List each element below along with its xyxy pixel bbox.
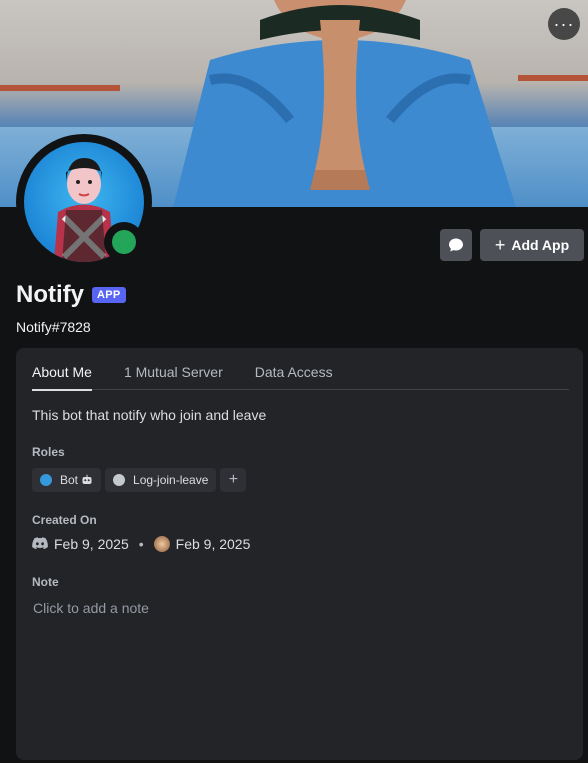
profile-card: About Me 1 Mutual Server Data Access Thi… xyxy=(16,348,583,760)
discord-created-date: Feb 9, 2025 xyxy=(54,536,129,552)
status-indicator xyxy=(104,222,144,262)
discord-icon xyxy=(32,537,48,550)
role-color-dot xyxy=(40,474,52,486)
online-status-dot xyxy=(112,230,136,254)
separator-dot: • xyxy=(138,536,144,552)
display-name: Notify xyxy=(16,281,84,308)
add-role-button[interactable]: + xyxy=(220,468,247,492)
note-input[interactable]: Click to add a note xyxy=(33,600,149,616)
roles-list: Bot Log-join-leave + xyxy=(32,468,247,492)
name-row: Notify APP xyxy=(16,281,126,309)
bot-icon xyxy=(82,474,92,484)
created-on-row: Feb 9, 2025 • Feb 9, 2025 xyxy=(32,536,250,552)
tab-data-access[interactable]: Data Access xyxy=(255,364,333,390)
role-label: Bot xyxy=(60,473,79,487)
add-app-label: Add App xyxy=(511,237,570,253)
more-options-button[interactable]: ··· xyxy=(548,8,580,40)
role-label: Log-join-leave xyxy=(133,473,209,487)
role-bot-label-wrap: Bot xyxy=(60,473,93,487)
about-me-text: This bot that notify who join and leave xyxy=(32,407,267,423)
app-badge: APP xyxy=(92,287,126,303)
tab-mutual-servers[interactable]: 1 Mutual Server xyxy=(124,364,223,390)
message-bubble-icon xyxy=(449,238,463,252)
tab-about-me[interactable]: About Me xyxy=(32,364,92,391)
send-message-button[interactable] xyxy=(440,229,472,261)
profile-tabs: About Me 1 Mutual Server Data Access xyxy=(32,364,569,391)
role-log-join-leave[interactable]: Log-join-leave xyxy=(105,468,217,492)
created-on-title: Created On xyxy=(32,513,97,527)
note-title: Note xyxy=(32,575,59,589)
banner-rail xyxy=(0,85,120,91)
role-color-dot xyxy=(113,474,126,486)
roles-title: Roles xyxy=(32,445,65,459)
add-app-button[interactable]: + Add App xyxy=(480,229,584,261)
server-joined-date: Feb 9, 2025 xyxy=(175,536,251,552)
role-bot[interactable]: Bot xyxy=(32,468,102,492)
plus-icon: + xyxy=(494,235,506,255)
banner-person-illustration xyxy=(173,0,516,207)
username: Notify#7828 xyxy=(16,319,91,335)
server-icon xyxy=(153,536,170,552)
